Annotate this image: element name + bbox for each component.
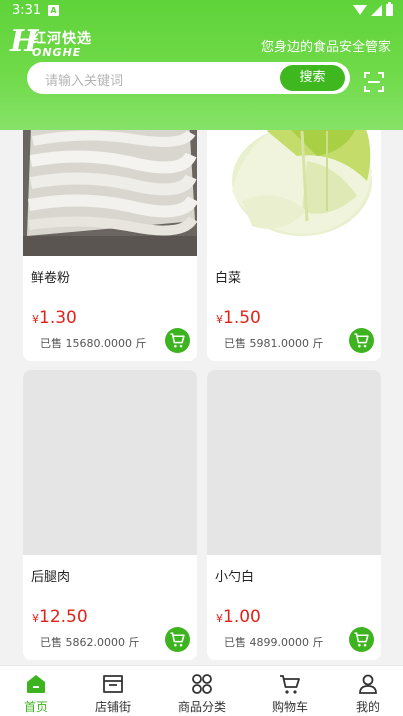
slogan: 您身边的食品安全管家: [260, 40, 391, 55]
product-price: ¥1.00: [216, 607, 261, 627]
product-price: ¥12.50: [32, 607, 88, 627]
product-image-placeholder[interactable]: [207, 370, 381, 555]
search-button[interactable]: 搜索: [280, 65, 345, 91]
cart-icon: [170, 632, 185, 647]
product-image-placeholder[interactable]: [23, 370, 197, 555]
product-sold-count: 已售 4899.0000 斤: [224, 636, 324, 649]
product-price: ¥1.50: [216, 308, 261, 328]
signal-icon: [371, 4, 382, 16]
battery-icon: [386, 2, 393, 16]
status-icons: [353, 2, 393, 16]
home-icon: [27, 675, 45, 693]
app-header: 3:31 A H 红河快选 ONGHE 您身边的食品安全管家 请输入关键词 搜索: [0, 0, 403, 130]
status-time: 3:31: [12, 3, 42, 18]
add-to-cart-button[interactable]: [165, 328, 190, 353]
cart-icon: [170, 333, 185, 348]
product-sold-count: 已售 5862.0000 斤: [40, 636, 140, 649]
cart-icon: [280, 675, 300, 694]
add-to-cart-button[interactable]: [165, 627, 190, 652]
tab-cart[interactable]: 购物车: [250, 666, 330, 716]
notification-icon: A: [48, 5, 59, 16]
product-name: 白菜: [215, 271, 242, 286]
bottom-tab-bar: 首页 店铺街 商品分类 购物车 我的: [0, 665, 403, 716]
product-sold-count: 已售 15680.0000 斤: [40, 337, 147, 350]
product-name: 后腿肉: [31, 570, 71, 585]
product-name: 鲜卷粉: [31, 271, 71, 286]
cart-icon: [354, 333, 369, 348]
store-icon: [103, 675, 123, 693]
tab-categories[interactable]: 商品分类: [162, 666, 242, 716]
tab-profile[interactable]: 我的: [328, 666, 403, 716]
product-sold-count: 已售 5981.0000 斤: [224, 337, 324, 350]
cart-icon: [354, 632, 369, 647]
add-to-cart-button[interactable]: [349, 328, 374, 353]
user-icon: [359, 674, 377, 694]
tab-home[interactable]: 首页: [0, 666, 76, 716]
search-input[interactable]: 请输入关键词: [45, 70, 123, 89]
tab-stores[interactable]: 店铺街: [73, 666, 153, 716]
product-card[interactable]: 后腿肉 ¥12.50 已售 5862.0000 斤: [23, 370, 197, 660]
add-to-cart-button[interactable]: [349, 627, 374, 652]
category-icon: [192, 674, 212, 694]
search-bar[interactable]: 请输入关键词 搜索: [27, 62, 350, 94]
wifi-icon: [353, 5, 367, 15]
status-bar: 3:31 A: [0, 0, 403, 22]
scan-icon[interactable]: [364, 72, 384, 92]
product-name: 小勺白: [215, 570, 255, 585]
product-price: ¥1.30: [32, 308, 77, 328]
product-card[interactable]: 小勺白 ¥1.00 已售 4899.0000 斤: [207, 370, 381, 660]
app-logo: H 红河快选 ONGHE: [10, 24, 92, 60]
